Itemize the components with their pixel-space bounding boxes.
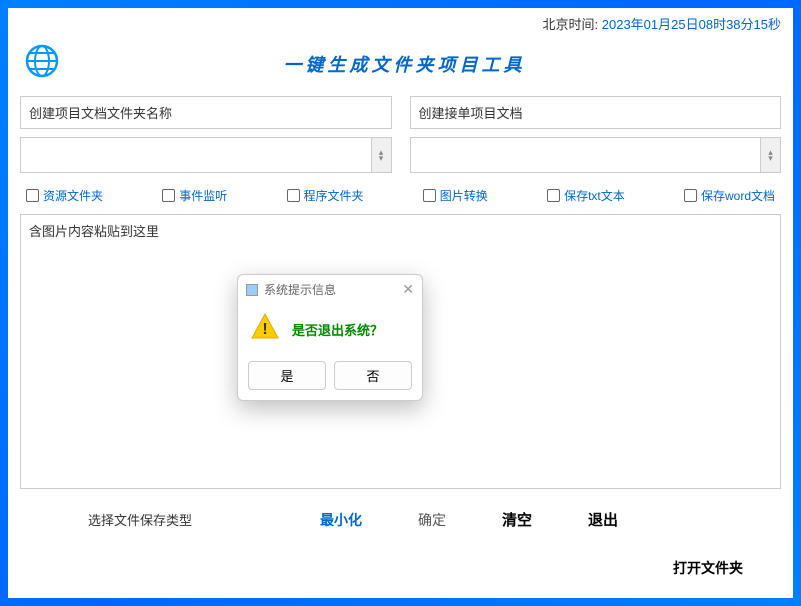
dialog-body: ! 是否退出系统？ [238, 304, 422, 355]
checkbox-row: 资源文件夹 事件监听 程序文件夹 图片转换 保存txt文本 保存word文档 [8, 173, 793, 214]
left-input-label: 创建项目文档文件夹名称 [20, 96, 392, 129]
left-dropdown[interactable]: ▴▾ [20, 137, 392, 173]
left-dropdown-button[interactable]: ▴▾ [371, 138, 391, 172]
checkbox-event[interactable]: 事件监听 [162, 187, 227, 204]
globe-icon [24, 43, 60, 84]
open-folder-row: 打开文件夹 [8, 546, 793, 598]
warning-icon: ! [250, 312, 280, 347]
confirm-dialog: 系统提示信息 ✕ ! 是否退出系统？ 是 否 [237, 274, 423, 401]
checkbox-icon [26, 189, 39, 202]
minimize-button[interactable]: 最小化 [312, 506, 370, 534]
checkbox-icon [423, 189, 436, 202]
right-dropdown-button[interactable]: ▴▾ [760, 138, 780, 172]
checkbox-resource[interactable]: 资源文件夹 [26, 187, 103, 204]
header: 一键生成文件夹项目工具 [8, 39, 793, 96]
checkbox-program[interactable]: 程序文件夹 [287, 187, 364, 204]
checkbox-icon [547, 189, 560, 202]
time-value: 2023年01月25日08时38分15秒 [602, 17, 781, 32]
time-label: 北京时间: [543, 17, 602, 32]
dialog-message: 是否退出系统？ [292, 320, 383, 339]
exit-button[interactable]: 退出 [580, 505, 626, 534]
dropdown-row: ▴▾ ▴▾ [8, 129, 793, 173]
checkbox-icon [684, 189, 697, 202]
dialog-title: 系统提示信息 [264, 281, 336, 298]
yes-button[interactable]: 是 [248, 361, 326, 390]
checkbox-txt[interactable]: 保存txt文本 [547, 187, 625, 204]
checkbox-image[interactable]: 图片转换 [423, 187, 488, 204]
app-title: 一键生成文件夹项目工具 [72, 51, 737, 77]
no-button[interactable]: 否 [334, 361, 412, 390]
input-labels-row: 创建项目文档文件夹名称 创建接单项目文档 [8, 96, 793, 129]
close-icon[interactable]: ✕ [402, 281, 414, 298]
clear-button[interactable]: 清空 [494, 505, 540, 534]
left-dropdown-input[interactable] [21, 138, 371, 172]
dialog-app-icon [246, 284, 258, 296]
right-input-label: 创建接单项目文档 [410, 96, 782, 129]
bottom-bar: 选择文件保存类型 最小化 确定 清空 退出 [8, 489, 793, 546]
right-dropdown-input[interactable] [411, 138, 761, 172]
dialog-titlebar: 系统提示信息 ✕ [238, 275, 422, 304]
right-dropdown[interactable]: ▴▾ [410, 137, 782, 173]
open-folder-button[interactable]: 打开文件夹 [673, 560, 743, 576]
save-type-label: 选择文件保存类型 [88, 510, 192, 529]
svg-text:!: ! [262, 321, 267, 338]
ok-button[interactable]: 确定 [410, 506, 454, 534]
time-bar: 北京时间: 2023年01月25日08时38分15秒 [8, 8, 793, 39]
dialog-buttons: 是 否 [238, 355, 422, 400]
checkbox-icon [162, 189, 175, 202]
checkbox-word[interactable]: 保存word文档 [684, 187, 775, 204]
checkbox-icon [287, 189, 300, 202]
